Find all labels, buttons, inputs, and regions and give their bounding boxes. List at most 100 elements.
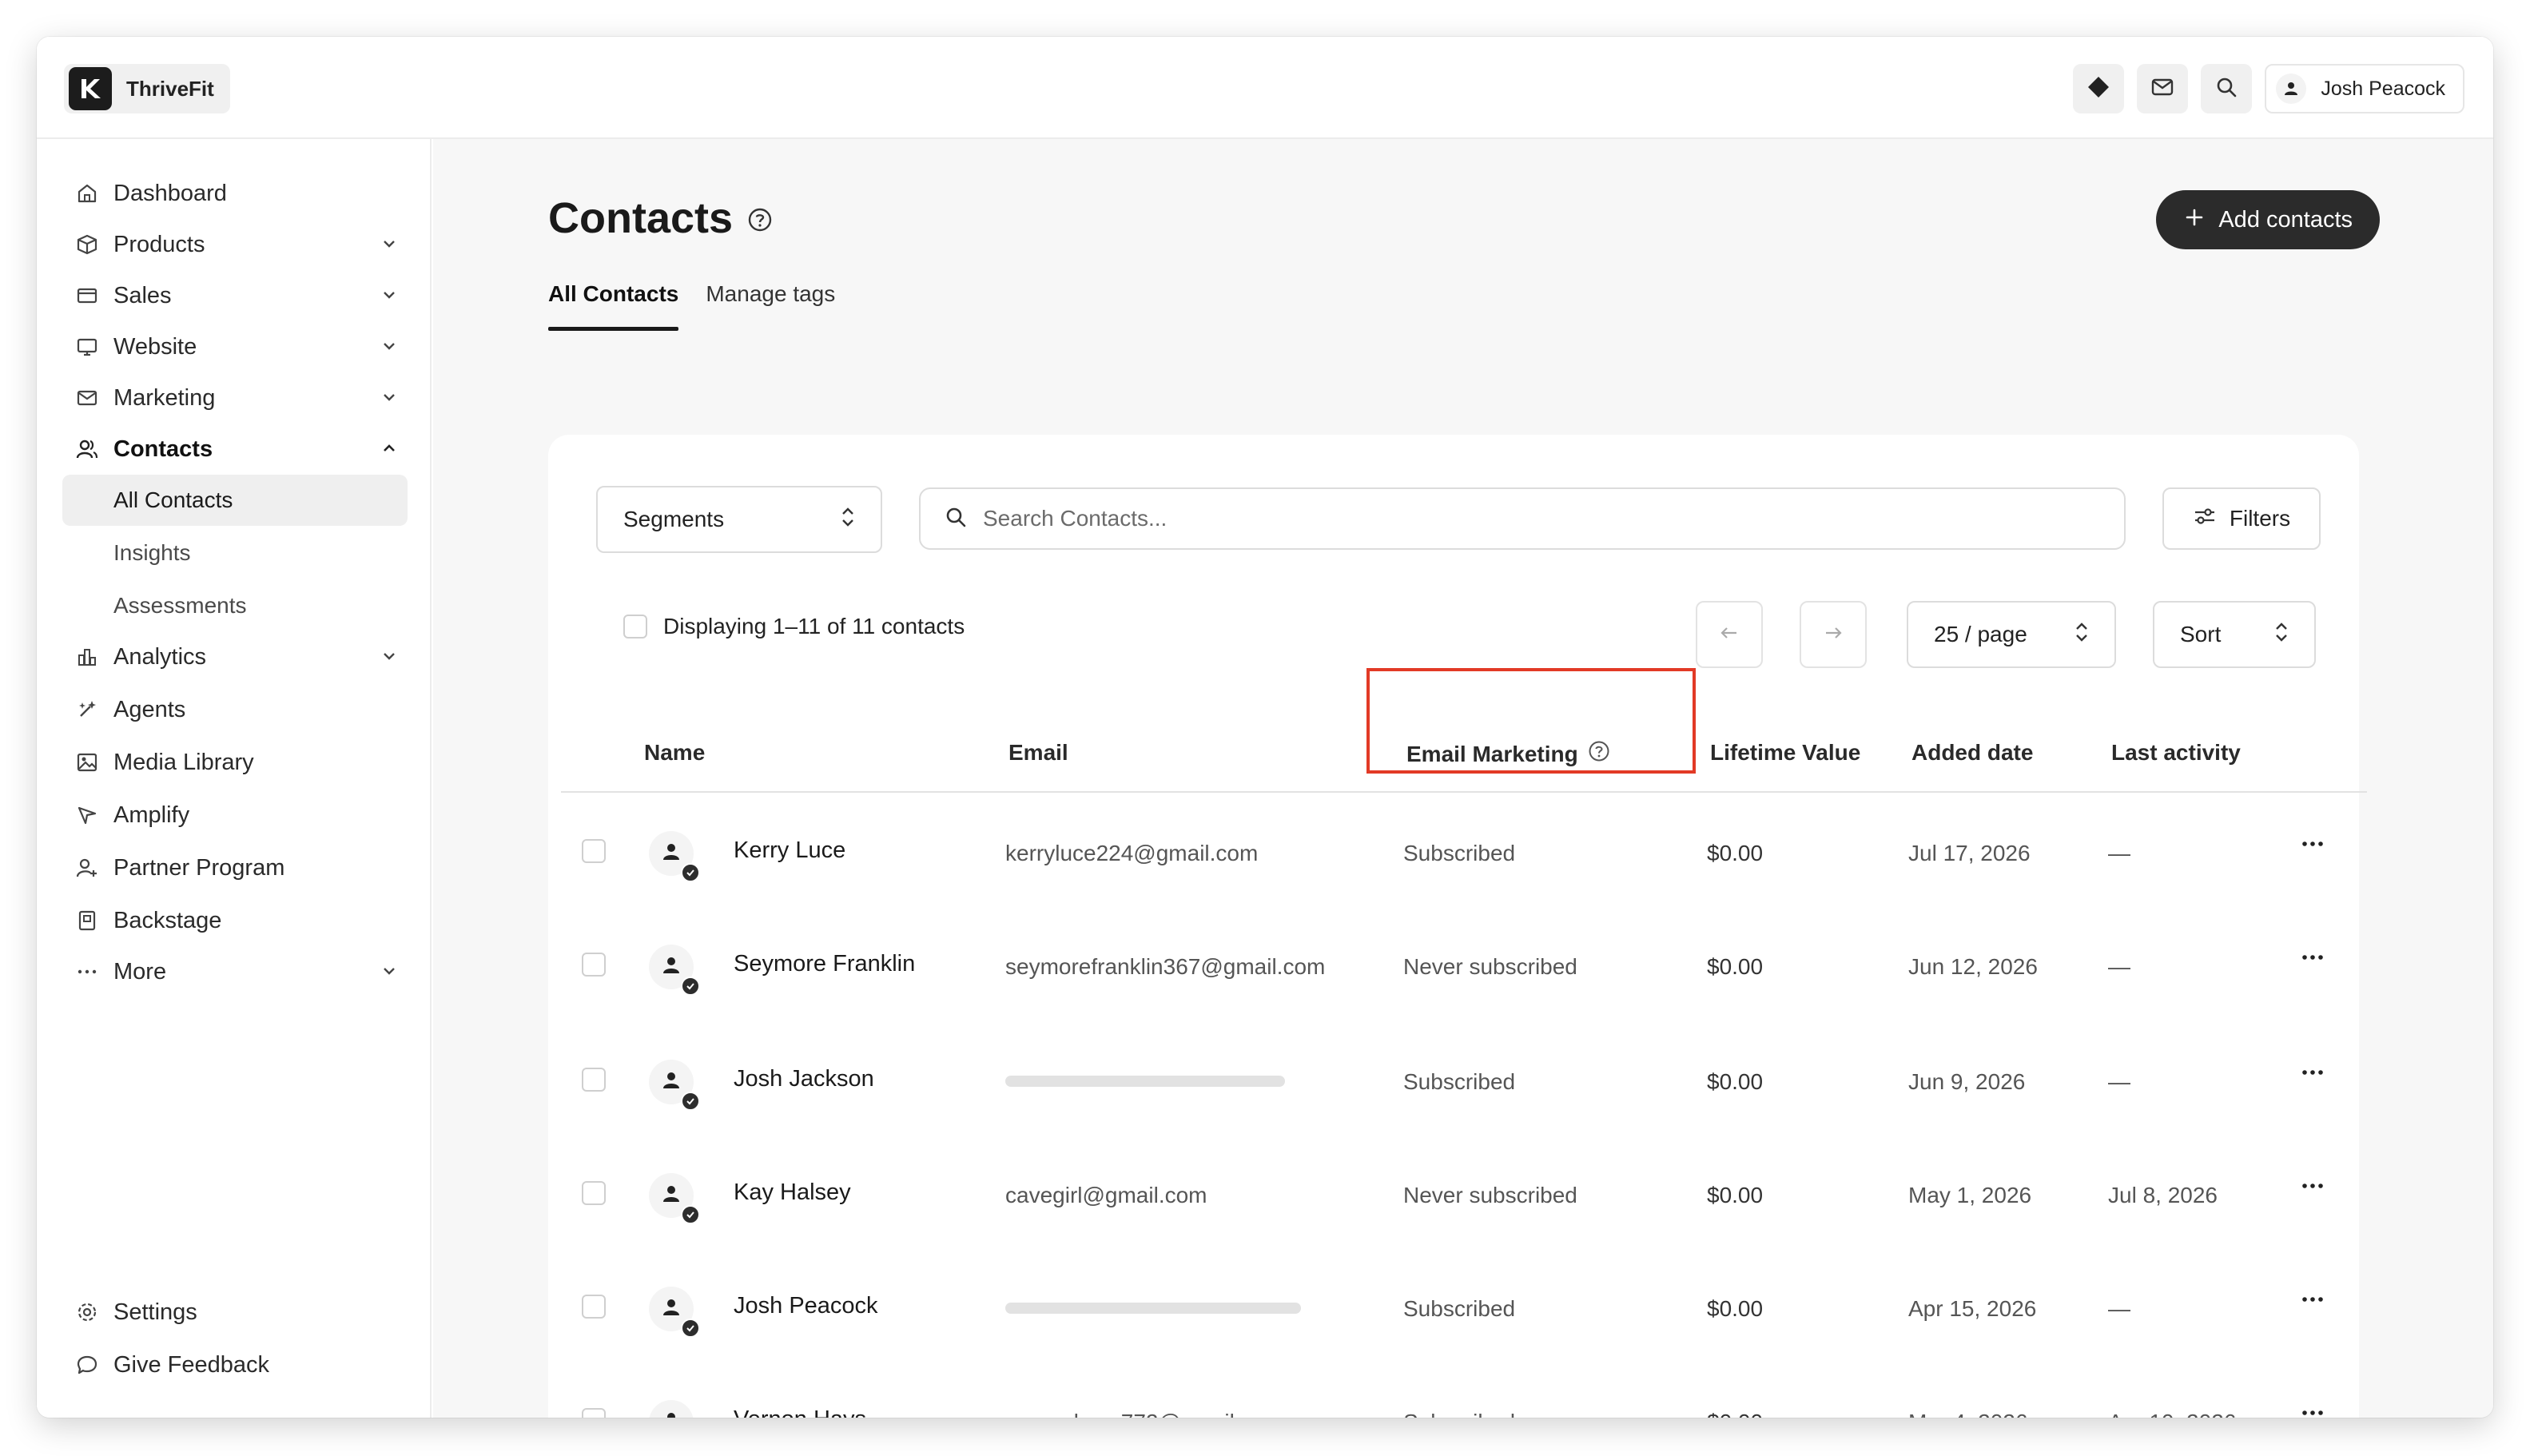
select-all-checkbox[interactable] [623, 615, 647, 638]
column-header-last-activity[interactable]: Last activity [2111, 740, 2241, 766]
sidebar-item-more[interactable]: More [62, 946, 408, 997]
more-options-icon[interactable] [2300, 1176, 2325, 1199]
person-icon [662, 1071, 681, 1094]
sidebar-item-settings[interactable]: Settings [62, 1287, 408, 1338]
sidebar-item-give-feedback[interactable]: Give Feedback [62, 1339, 408, 1390]
column-header-name[interactable]: Name [644, 740, 705, 766]
sort-select[interactable]: Sort [2153, 601, 2316, 668]
top-actions: Josh Peacock [2073, 64, 2464, 113]
sidebar-item-dashboard[interactable]: Dashboard [62, 168, 408, 219]
verified-icon [681, 863, 700, 882]
more-options-icon[interactable] [2300, 834, 2325, 857]
row-checkbox[interactable] [582, 1181, 606, 1205]
contact-name[interactable]: Kerry Luce [734, 837, 845, 864]
sidebar-item-analytics[interactable]: Analytics [62, 631, 408, 682]
chevron-down-icon [379, 233, 400, 258]
table-row[interactable]: Seymore Franklin seymorefranklin367@gmai… [561, 909, 2367, 1024]
chevron-down-icon [379, 336, 400, 360]
sidebar-item-media-library[interactable]: Media Library [62, 737, 408, 788]
row-checkbox[interactable] [582, 1068, 606, 1092]
sidebar-item-label: More [113, 958, 167, 985]
top-bar: ThriveFit Josh Peacock [37, 37, 2493, 139]
per-page-select[interactable]: 25 / page [1907, 601, 2116, 668]
selection-row: Displaying 1–11 of 11 contacts [623, 614, 965, 639]
row-checkbox[interactable] [582, 1295, 606, 1319]
tab-manage-tags[interactable]: Manage tags [706, 281, 835, 331]
contact-last-activity: Apr 10, 2026 [2108, 1410, 2236, 1418]
diamond-button[interactable] [2073, 64, 2125, 113]
sidebar-item-website[interactable]: Website [62, 321, 408, 372]
sidebar-item-label: Website [113, 333, 197, 360]
column-header-label: Last activity [2111, 740, 2241, 765]
contact-marketing-status: Never subscribed [1403, 954, 1577, 979]
table-row[interactable]: Josh Peacock Subscribed $0.00 Apr 15, 20… [561, 1251, 2367, 1366]
sidebar-item-sales[interactable]: Sales [62, 270, 408, 321]
row-checkbox[interactable] [582, 839, 606, 863]
segments-label: Segments [623, 507, 725, 531]
contact-name[interactable]: Josh Jackson [734, 1066, 874, 1092]
sidebar-item-contacts[interactable]: Contacts [62, 424, 408, 475]
bar-chart-icon [75, 645, 99, 669]
search-input[interactable] [983, 506, 2100, 531]
brand-switcher[interactable]: ThriveFit [64, 64, 230, 113]
user-plus-icon [75, 856, 99, 880]
row-checkbox[interactable] [582, 1408, 606, 1418]
sidebar-subitem-label: All Contacts [113, 487, 233, 512]
sidebar-subitem-insights[interactable]: Insights [62, 527, 408, 579]
users-icon [75, 437, 99, 461]
row-checkbox[interactable] [582, 953, 606, 977]
user-menu-button[interactable]: Josh Peacock [2265, 64, 2464, 113]
person-icon [662, 956, 681, 979]
sidebar-item-backstage[interactable]: Backstage [62, 895, 408, 946]
contact-name[interactable]: Vernon Hays [734, 1406, 866, 1418]
sidebar-item-label: Backstage [113, 907, 222, 933]
sidebar-item-amplify[interactable]: Amplify [62, 790, 408, 841]
segments-select[interactable]: Segments [596, 486, 882, 553]
contact-lifetime-value: $0.00 [1707, 1183, 1764, 1207]
sidebar-item-marketing[interactable]: Marketing [62, 372, 408, 424]
inbox-button[interactable] [2137, 64, 2189, 113]
tabs: All Contacts Manage tags [548, 281, 835, 331]
more-options-icon[interactable] [2300, 1063, 2325, 1086]
column-header-lifetime-value[interactable]: Lifetime Value [1710, 740, 1860, 766]
search-button[interactable] [2201, 64, 2253, 113]
avatar [649, 1060, 700, 1111]
column-header-added-date[interactable]: Added date [1911, 740, 2033, 766]
search-field[interactable] [919, 487, 2126, 550]
card-icon [75, 284, 99, 308]
person-icon [662, 1184, 681, 1207]
table-row[interactable]: Josh Jackson Subscribed $0.00 Jun 9, 202… [561, 1024, 2367, 1140]
table-row[interactable]: Kay Halsey cavegirl@gmail.com Never subs… [561, 1138, 2367, 1253]
contacts-card: Segments Filters Displaying 1–11 of 11 c… [548, 435, 2367, 1418]
sidebar-subitem-label: Assessments [113, 593, 247, 618]
more-options-icon[interactable] [2300, 1290, 2325, 1313]
sidebar-subitem-all-contacts[interactable]: All Contacts [62, 475, 408, 526]
help-icon[interactable] [747, 193, 773, 243]
column-header-email[interactable]: Email [1008, 740, 1068, 766]
tab-all-contacts[interactable]: All Contacts [548, 281, 679, 331]
sidebar-item-partner-program[interactable]: Partner Program [62, 842, 408, 893]
contact-name[interactable]: Josh Peacock [734, 1293, 878, 1319]
sidebar-item-agents[interactable]: Agents [62, 684, 408, 735]
contact-lifetime-value: $0.00 [1707, 1296, 1764, 1321]
contact-lifetime-value: $0.00 [1707, 1410, 1763, 1418]
more-options-icon[interactable] [2300, 948, 2325, 971]
add-contacts-button[interactable]: Add contacts [2156, 190, 2380, 249]
contact-email: vernonhays772@gmail.com [1005, 1410, 1283, 1418]
contact-email-redacted [1005, 1296, 1301, 1326]
sidebar-subitem-assessments[interactable]: Assessments [62, 580, 408, 631]
table-row[interactable]: Vernon Hays vernonhays772@gmail.com Subs… [561, 1365, 2367, 1418]
user-name: Josh Peacock [2321, 77, 2445, 100]
avatar [649, 1400, 694, 1418]
per-page-label: 25 / page [1934, 622, 2027, 646]
contact-lifetime-value: $0.00 [1707, 1069, 1764, 1094]
prev-page-button[interactable] [1696, 601, 1763, 668]
more-options-icon[interactable] [2300, 1403, 2325, 1418]
contact-name[interactable]: Kay Halsey [734, 1180, 851, 1206]
contact-name[interactable]: Seymore Franklin [734, 951, 915, 977]
sidebar-item-products[interactable]: Products [62, 219, 408, 270]
sidebar-item-label: Sales [113, 282, 172, 308]
filters-button[interactable]: Filters [2162, 487, 2321, 550]
table-row[interactable]: Kerry Luce kerryluce224@gmail.com Subscr… [561, 796, 2367, 911]
next-page-button[interactable] [1800, 601, 1867, 668]
